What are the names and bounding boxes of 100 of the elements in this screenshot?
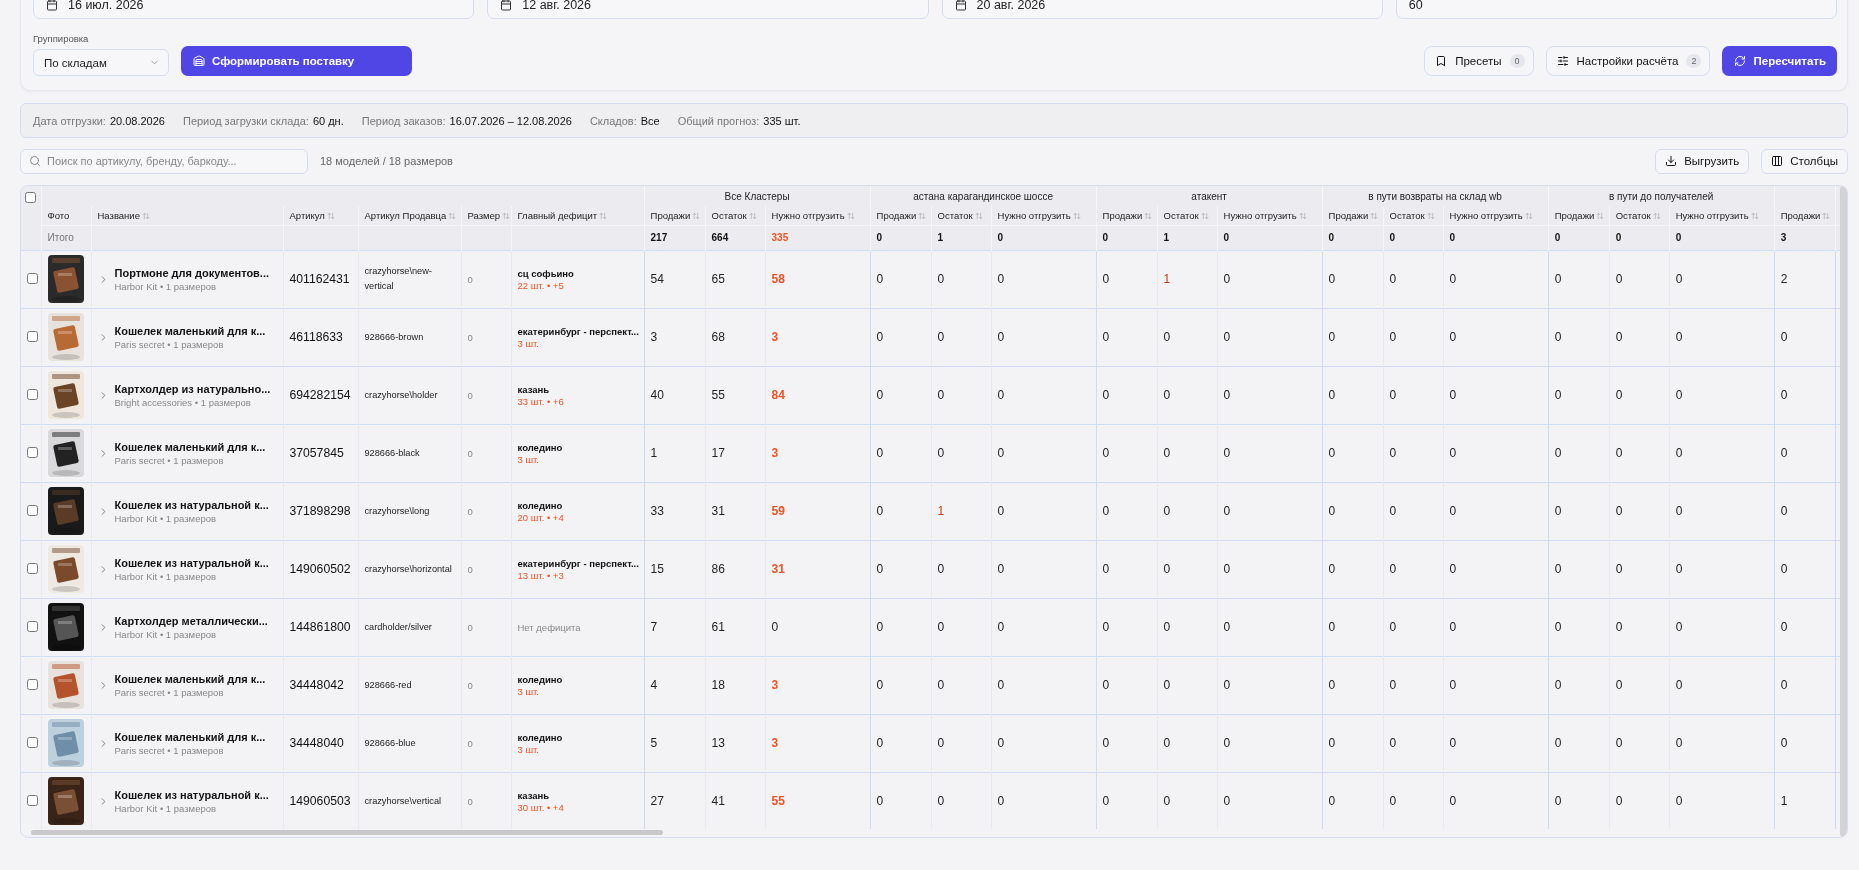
results-count: 18 моделей / 18 размеров <box>320 155 453 167</box>
column-header[interactable]: Продажи <box>1322 206 1384 225</box>
deficit-amount: 20 шт. • +4 <box>517 511 565 523</box>
row-checkbox[interactable] <box>27 446 38 458</box>
cell-value: 0 <box>876 330 884 344</box>
filter-field[interactable]: 60 <box>1395 0 1837 19</box>
columns-icon <box>1771 155 1784 167</box>
row-checkbox[interactable] <box>27 504 38 516</box>
sort-icon[interactable] <box>141 212 150 221</box>
sort-icon[interactable] <box>448 212 457 221</box>
column-header[interactable]: Продажи <box>1548 206 1610 225</box>
product-name: Кошелек маленький для к... <box>114 324 266 337</box>
sort-icon[interactable] <box>1426 212 1435 221</box>
cell-value: 3 <box>771 678 779 692</box>
column-header[interactable]: Нужно отгрузить <box>1443 206 1549 225</box>
totals-label: Итого <box>47 232 74 243</box>
size-value: 0 <box>467 679 473 691</box>
sort-icon[interactable] <box>1524 212 1533 221</box>
column-header[interactable]: Продажи <box>1774 206 1836 225</box>
filter-field[interactable]: 12 авг. 2026 <box>487 0 929 19</box>
cell-value: 0 <box>997 794 1005 809</box>
cell-value: 31 <box>711 504 725 518</box>
cell-value: 0 <box>876 562 884 576</box>
column-header[interactable]: Остаток <box>1157 206 1218 225</box>
sort-icon[interactable] <box>692 212 701 221</box>
sort-icon[interactable] <box>1750 212 1759 221</box>
sort-icon[interactable] <box>1298 212 1307 221</box>
sort-icon[interactable] <box>1072 212 1081 221</box>
row-checkbox[interactable] <box>27 620 38 632</box>
export-button[interactable]: Выгрузить <box>1655 148 1750 174</box>
sort-icon[interactable] <box>1652 212 1661 221</box>
columns-button[interactable]: Столбцы <box>1761 148 1848 174</box>
sort-icon[interactable] <box>1596 212 1605 221</box>
product-meta: Paris secret • 1 размеров <box>114 744 224 756</box>
scrollbar[interactable] <box>1840 186 1847 837</box>
sort-icon[interactable] <box>974 212 983 221</box>
column-header[interactable]: Остаток <box>931 206 992 225</box>
cell-value: 0 <box>1449 736 1457 750</box>
cell-value: 0 <box>876 388 884 402</box>
column-header[interactable]: Размер <box>461 206 511 225</box>
column-header[interactable]: Название <box>91 206 283 225</box>
recalculate-button[interactable]: Пересчитать <box>1722 46 1837 76</box>
scrollbar[interactable] <box>31 830 663 835</box>
cell-value: 0 <box>1389 330 1397 344</box>
row-checkbox[interactable] <box>27 330 38 342</box>
cell-value: 0 <box>1615 620 1623 634</box>
cell-value: 0 <box>1554 330 1562 344</box>
cell-value: 61 <box>711 620 725 634</box>
sort-icon[interactable] <box>846 212 855 221</box>
column-header[interactable]: Фото <box>41 206 91 225</box>
total-value: 0 <box>1554 232 1561 243</box>
column-header[interactable]: Остаток <box>1609 206 1670 225</box>
column-header[interactable]: Нужно отгрузить <box>765 206 871 225</box>
column-header[interactable]: Нужно отгрузить <box>1669 206 1775 225</box>
column-header[interactable]: Артикул <box>283 206 358 225</box>
sort-icon[interactable] <box>1370 212 1379 221</box>
size-value: 0 <box>467 737 473 749</box>
sort-icon[interactable] <box>502 212 511 221</box>
sort-icon[interactable] <box>599 212 608 221</box>
column-header[interactable]: Остаток <box>1383 206 1444 225</box>
filter-field[interactable]: 20 авг. 2026 <box>941 0 1383 19</box>
article-number: 46118633 <box>289 330 343 344</box>
column-header[interactable]: Остаток <box>705 206 766 225</box>
column-header[interactable]: Нужно отгрузить <box>991 206 1097 225</box>
column-header[interactable]: Нужно отгрузить <box>1217 206 1323 225</box>
row-checkbox[interactable] <box>27 272 38 284</box>
row-checkbox[interactable] <box>27 562 38 574</box>
column-header[interactable]: Продажи <box>644 206 706 225</box>
product-name: Кошелек маленький для к... <box>114 672 266 685</box>
column-header[interactable]: Главный дефицит <box>511 206 645 225</box>
select-all-checkbox[interactable] <box>25 192 37 203</box>
cell-value: 0 <box>937 736 945 750</box>
cell-value: 0 <box>1615 736 1623 750</box>
cell-value: 0 <box>1615 388 1623 402</box>
size-value: 0 <box>467 331 473 343</box>
size-value: 0 <box>467 505 473 517</box>
product-name: Кошелек из натуральной к... <box>114 498 269 511</box>
cell-value: 0 <box>1615 330 1623 344</box>
create-shipment-button[interactable]: Сформировать поставку <box>181 46 413 76</box>
grouping-select[interactable]: По складам <box>33 49 169 76</box>
sort-icon[interactable] <box>918 212 927 221</box>
group-header: в пути возвраты на склад wb <box>1368 190 1502 202</box>
row-checkbox[interactable] <box>27 388 38 400</box>
sort-icon[interactable] <box>326 212 335 221</box>
column-header[interactable]: Продажи <box>870 206 932 225</box>
presets-button[interactable]: Пресеты 0 <box>1424 46 1534 76</box>
column-header[interactable]: Артикул Продавца <box>358 206 461 225</box>
row-checkbox[interactable] <box>27 794 38 806</box>
row-checkbox[interactable] <box>27 678 38 690</box>
settings-button[interactable]: Настройки расчёта 2 <box>1545 46 1711 76</box>
sort-icon[interactable] <box>748 212 757 221</box>
product-name: Кошелек из натуральной к... <box>114 556 269 569</box>
sort-icon[interactable] <box>1822 212 1831 221</box>
row-checkbox[interactable] <box>27 736 38 748</box>
filter-field[interactable]: 16 июл. 2026 <box>33 0 475 19</box>
calendar-icon <box>954 0 967 11</box>
search-field[interactable]: Поиск по артикулу, бренду, баркоду... <box>20 148 308 174</box>
sort-icon[interactable] <box>1144 212 1153 221</box>
sort-icon[interactable] <box>1200 212 1209 221</box>
column-header[interactable]: Продажи <box>1096 206 1158 225</box>
